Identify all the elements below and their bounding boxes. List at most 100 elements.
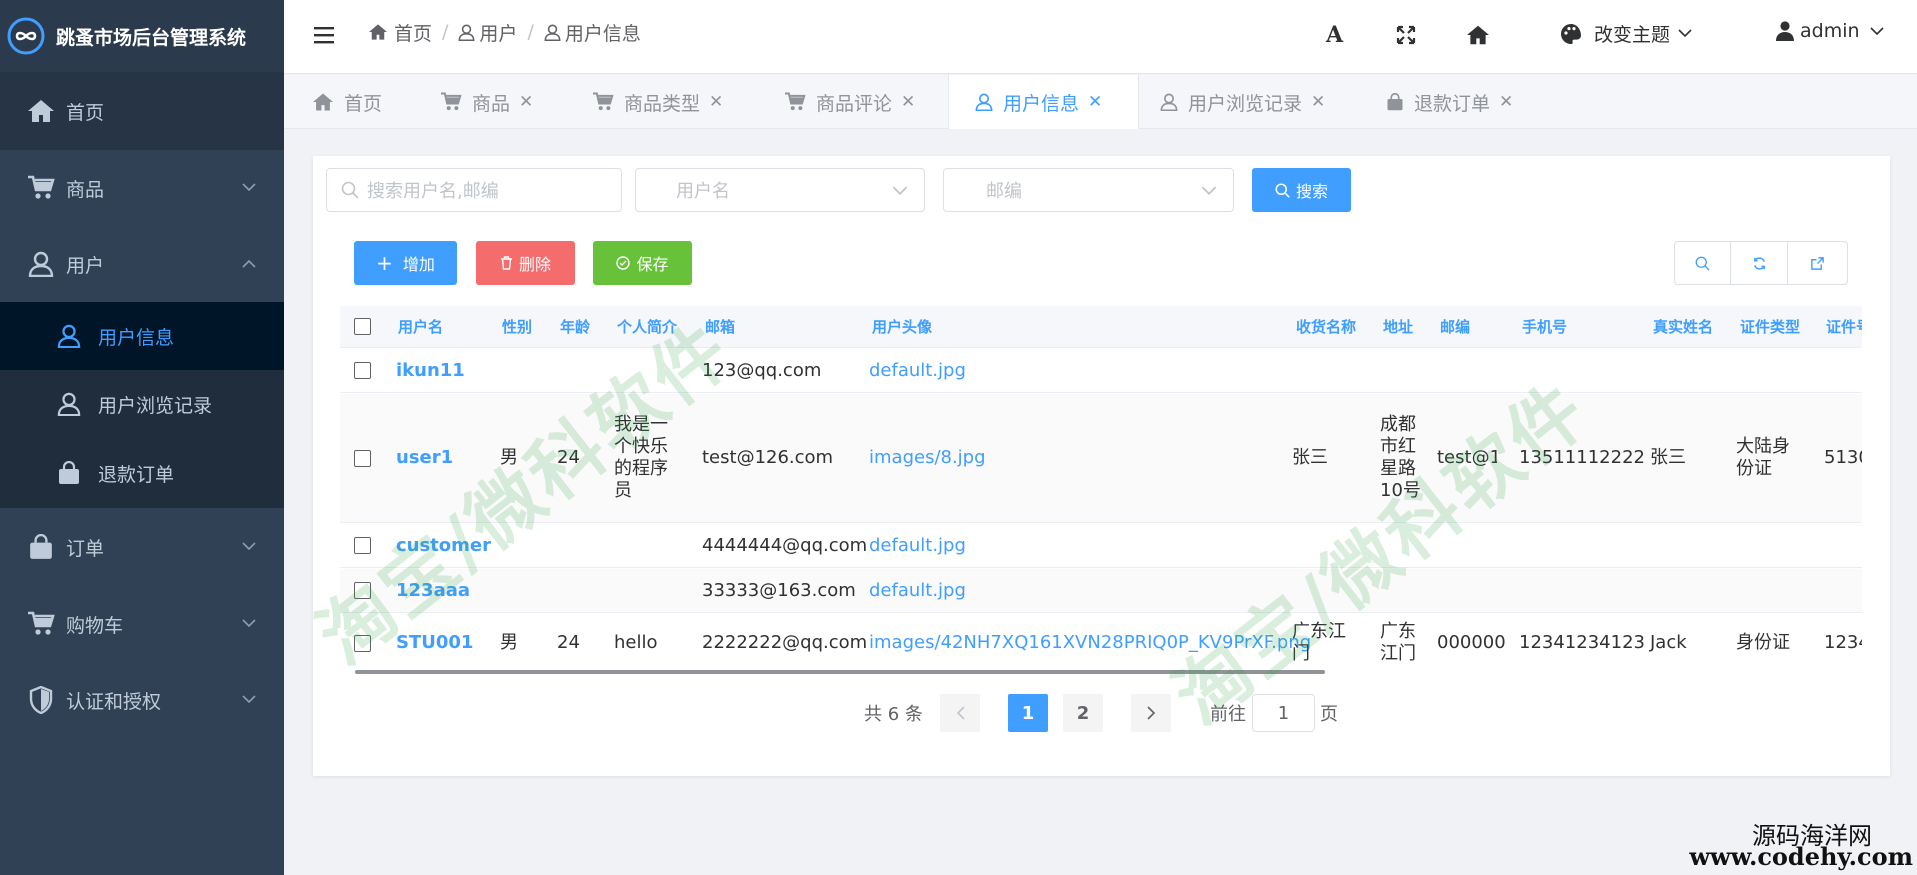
column-header[interactable]: 性别	[502, 306, 532, 348]
row-checkbox[interactable]	[354, 537, 371, 554]
tab-home[interactable]: 首页	[302, 75, 382, 129]
tab-refund-orders[interactable]: 退款订单 ✕	[1376, 75, 1513, 129]
cell-avatar-link[interactable]: images/42NH7XQ161XVN28PRIQ0P_KV9PrXF.png	[869, 614, 1311, 672]
sidebar-item-shopping-cart[interactable]: 购物车	[0, 586, 284, 662]
tab-goods-type[interactable]: 商品类型 ✕	[582, 75, 723, 129]
chevron-down-icon	[1678, 29, 1692, 38]
cell-username[interactable]: customer	[396, 524, 491, 567]
row-checkbox[interactable]	[354, 634, 371, 652]
column-header[interactable]: 用户名	[398, 306, 443, 348]
close-icon[interactable]: ✕	[709, 92, 723, 112]
sidebar-item-home[interactable]: 首页	[0, 72, 284, 150]
page-2-button[interactable]: 2	[1063, 694, 1103, 732]
cell-email: 2222222@qq.com	[702, 632, 868, 653]
cell-bio: 我是一个快乐的程序员	[614, 414, 668, 501]
close-icon[interactable]: ✕	[1499, 92, 1513, 112]
cell-avatar-link[interactable]: default.jpg	[869, 569, 966, 612]
tab-goods[interactable]: 商品 ✕	[430, 75, 533, 129]
close-icon[interactable]: ✕	[901, 92, 915, 112]
sidebar-item-auth[interactable]: 认证和授权	[0, 662, 284, 738]
column-header[interactable]: 证件类型	[1740, 306, 1800, 348]
cell-avatar-link[interactable]: default.jpg	[869, 524, 966, 567]
table-row[interactable]: customer 4444444@qq.com default.jpg	[340, 524, 1862, 568]
cell-username[interactable]: STU001	[396, 614, 473, 672]
row-checkbox[interactable]	[354, 362, 371, 379]
cell-receiver: 张三	[1292, 447, 1328, 468]
column-header[interactable]: 真实姓名	[1653, 306, 1713, 348]
cell-username[interactable]: ikun11	[396, 349, 465, 392]
theme-switcher[interactable]: 改变主题	[1560, 20, 1692, 47]
breadcrumb-user-info: 用户信息	[564, 22, 641, 45]
cell-username[interactable]: 123aaa	[396, 569, 470, 612]
table-row[interactable]: ikun11 123@qq.com default.jpg	[340, 349, 1862, 393]
cell-username[interactable]: user1	[396, 394, 453, 522]
refresh-button[interactable]	[1731, 241, 1788, 285]
sidebar-subitem-user-info[interactable]: 用户信息	[0, 302, 284, 370]
font-size-icon[interactable]: A	[1326, 22, 1343, 48]
close-icon[interactable]: ✕	[1311, 92, 1325, 112]
sidebar-item-user[interactable]: 用户	[0, 226, 284, 302]
delete-button[interactable]: 删除	[476, 241, 575, 285]
search-icon	[1275, 183, 1290, 198]
table-header: 用户名 性别 年龄 个人简介 邮箱 用户头像 收货名称 地址 邮编 手机号 真实…	[340, 306, 1862, 348]
postcode-select[interactable]: 邮编	[943, 168, 1234, 212]
column-header[interactable]: 收货名称	[1296, 306, 1356, 348]
column-header[interactable]: 用户头像	[872, 306, 932, 348]
logo-area: 跳蚤市场后台管理系统	[0, 0, 284, 72]
horizontal-scrollbar[interactable]	[355, 670, 1325, 674]
export-button[interactable]	[1788, 241, 1848, 285]
fullscreen-icon[interactable]	[1396, 25, 1416, 45]
cell-avatar-link[interactable]: images/8.jpg	[869, 394, 986, 522]
page-1-button[interactable]: 1	[1008, 694, 1048, 732]
table-row[interactable]: STU001 男 24 hello 2222222@qq.com images/…	[340, 614, 1862, 672]
column-header[interactable]: 邮箱	[705, 306, 735, 348]
column-header[interactable]: 证件号	[1826, 306, 1862, 348]
breadcrumb-user[interactable]: 用户	[479, 19, 517, 46]
chevron-left-icon	[956, 706, 965, 720]
user-icon	[1160, 93, 1178, 111]
column-header[interactable]: 手机号	[1522, 306, 1567, 348]
row-checkbox[interactable]	[354, 582, 371, 599]
column-header[interactable]: 年龄	[560, 306, 590, 348]
column-header[interactable]: 邮编	[1440, 306, 1470, 348]
goto-page-input[interactable]: 1	[1252, 694, 1315, 732]
toggle-search-button[interactable]	[1674, 241, 1731, 285]
home-icon[interactable]	[1466, 24, 1490, 46]
column-header[interactable]: 个人简介	[617, 306, 677, 348]
table-row[interactable]: user1 男 24 我是一个快乐的程序员 test@126.com image…	[340, 394, 1862, 523]
user-icon	[544, 24, 561, 41]
table-row[interactable]: 123aaa 33333@163.com default.jpg	[340, 569, 1862, 613]
username-select[interactable]: 用户名	[635, 168, 925, 212]
tabs-bar: 首页 商品 ✕ 商品类型 ✕ 商品评论 ✕ 用户信息 ✕ 用户浏览记录 ✕ 退款…	[284, 75, 1917, 129]
column-header[interactable]: 地址	[1383, 306, 1413, 348]
cell-avatar-link[interactable]: default.jpg	[869, 349, 966, 392]
cell-address: 成都市红星路10号	[1380, 414, 1421, 501]
user-menu[interactable]: admin	[1776, 20, 1884, 42]
tab-label: 商品评论	[816, 92, 893, 115]
sidebar-item-orders[interactable]: 订单	[0, 508, 284, 586]
breadcrumb-home[interactable]: 首页	[394, 19, 432, 46]
keyword-search-input[interactable]: 搜索用户名,邮编	[326, 168, 622, 212]
close-icon[interactable]: ✕	[1088, 92, 1102, 112]
search-button[interactable]: 搜索	[1252, 168, 1351, 212]
sidebar-subitem-refund-orders[interactable]: 退款订单	[0, 438, 284, 508]
cell-bio: hello	[614, 632, 658, 653]
tab-goods-review[interactable]: 商品评论 ✕	[774, 75, 915, 129]
save-button[interactable]: 保存	[593, 241, 692, 285]
search-button-label: 搜索	[1295, 182, 1328, 201]
sidebar-item-goods[interactable]: 商品	[0, 150, 284, 226]
row-checkbox[interactable]	[354, 449, 371, 467]
goto-label: 前往	[1210, 704, 1246, 725]
cell-id-type: 大陆身份证	[1736, 436, 1790, 479]
check-circle-icon	[616, 256, 631, 270]
add-button[interactable]: + 增加	[354, 241, 457, 285]
tab-user-info[interactable]: 用户信息 ✕	[948, 75, 1139, 129]
hamburger-icon[interactable]	[314, 26, 334, 44]
tab-browse-history[interactable]: 用户浏览记录 ✕	[1150, 75, 1325, 129]
select-all-checkbox[interactable]	[354, 318, 371, 335]
close-icon[interactable]: ✕	[519, 92, 533, 112]
prev-page-button[interactable]	[940, 694, 980, 732]
cell-id-no: 5130	[1824, 447, 1862, 468]
sidebar-subitem-browse-history[interactable]: 用户浏览记录	[0, 370, 284, 438]
next-page-button[interactable]	[1131, 694, 1171, 732]
